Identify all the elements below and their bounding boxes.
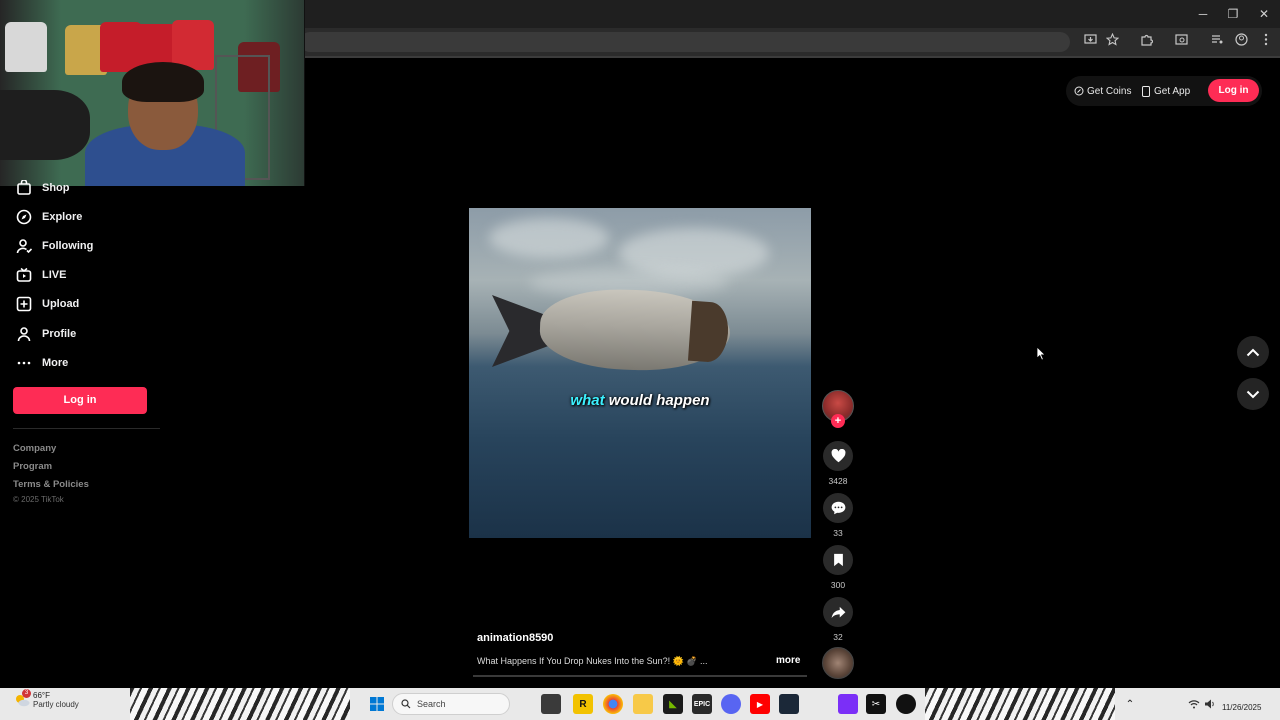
sidebar-item-label: Following <box>42 240 94 252</box>
phone-icon <box>1142 85 1150 97</box>
chevron-up-icon <box>1246 348 1260 357</box>
share-button[interactable] <box>823 597 853 627</box>
tray-overflow-icon[interactable]: ⌃ <box>1120 694 1140 714</box>
video-description: What Happens If You Drop Nukes Into the … <box>477 656 708 666</box>
sidebar-login-button[interactable]: Log in <box>13 387 147 414</box>
caption-text: would happen <box>608 392 710 409</box>
browser-menu-icon[interactable] <box>1256 32 1276 52</box>
video-author[interactable]: animation8590 <box>477 632 553 644</box>
footer-link-terms[interactable]: Terms & Policies <box>13 479 89 490</box>
header-login-button[interactable]: Log in <box>1208 79 1259 102</box>
bookmark-button[interactable] <box>823 545 853 575</box>
chevron-down-icon <box>1246 390 1260 399</box>
bookmark-count: 300 <box>830 580 846 590</box>
weather-temperature: 66°F <box>33 691 50 700</box>
video-caption: what would happen <box>469 392 811 409</box>
footer-link-company[interactable]: Company <box>13 443 56 454</box>
discord-icon[interactable] <box>721 694 741 714</box>
sidebar-item-more[interactable]: More <box>14 352 68 374</box>
nvidia-icon[interactable]: ◣ <box>663 694 683 714</box>
sidebar-item-profile[interactable]: Profile <box>14 323 76 345</box>
like-button[interactable] <box>823 441 853 471</box>
mouse-cursor-icon <box>1036 346 1046 366</box>
taskbar-wallpaper-art <box>130 688 350 720</box>
follow-plus-icon[interactable]: + <box>831 414 845 428</box>
copyright-text: © 2025 TikTok <box>13 495 64 504</box>
volume-icon[interactable] <box>1200 694 1220 714</box>
steam-icon[interactable] <box>779 694 799 714</box>
sidebar-item-label: Explore <box>42 211 83 223</box>
next-video-button[interactable] <box>1237 378 1269 410</box>
bookmark-icon <box>833 553 844 567</box>
get-coins-label: Get Coins <box>1087 85 1132 97</box>
get-coins-button[interactable]: Get Coins <box>1074 80 1131 102</box>
extensions-icon[interactable] <box>1136 32 1156 52</box>
shop-icon <box>14 178 34 198</box>
video-player[interactable] <box>469 208 811 538</box>
previous-video-button[interactable] <box>1237 336 1269 368</box>
rockstar-launcher-icon[interactable]: R <box>573 694 593 714</box>
taskbar-wallpaper-art <box>925 688 1115 720</box>
comment-icon <box>831 501 846 515</box>
comment-button[interactable] <box>823 493 853 523</box>
heart-icon <box>831 449 846 463</box>
more-icon <box>14 353 34 373</box>
sidebar-item-label: Shop <box>42 182 70 194</box>
live-icon <box>14 265 34 285</box>
get-app-label: Get App <box>1154 85 1191 97</box>
install-app-icon[interactable] <box>1080 32 1100 52</box>
weather-icon: 3 <box>14 689 31 707</box>
share-count: 32 <box>833 632 843 642</box>
profile-icon <box>14 324 34 344</box>
more-button[interactable]: more <box>776 655 800 666</box>
epic-games-icon[interactable]: EPIC <box>692 694 712 714</box>
following-icon <box>14 236 34 256</box>
start-button[interactable] <box>367 694 387 714</box>
media-control-icon[interactable] <box>1207 32 1227 52</box>
webcam-overlay <box>0 0 305 186</box>
coin-icon <box>1074 86 1084 96</box>
tab-search-icon[interactable] <box>1171 32 1191 52</box>
upload-icon <box>14 294 34 314</box>
profile-avatar-icon[interactable] <box>1231 32 1251 52</box>
sidebar-item-following[interactable]: Following <box>14 235 93 257</box>
sidebar-item-upload[interactable]: Upload <box>14 293 79 315</box>
close-button[interactable]: ✕ <box>1249 4 1279 24</box>
sidebar-item-label: More <box>42 357 69 369</box>
taskbar-date[interactable]: 11/26/2025 <box>1222 703 1261 712</box>
capcut-icon[interactable]: ✂ <box>866 694 886 714</box>
weather-widget[interactable]: 3 66°F Partly cloudy <box>14 689 79 709</box>
video-progress-bar[interactable] <box>473 675 807 677</box>
sidebar-item-shop[interactable]: Shop <box>14 177 70 199</box>
task-view-icon[interactable] <box>541 694 561 714</box>
sidebar-item-label: Profile <box>42 328 77 340</box>
comment-count: 33 <box>833 528 843 538</box>
file-explorer-icon[interactable] <box>633 694 653 714</box>
taskbar-search[interactable]: Search <box>392 693 510 715</box>
restore-button[interactable]: ❐ <box>1218 4 1248 24</box>
weather-badge: 3 <box>22 689 31 698</box>
obs-icon[interactable] <box>896 694 916 714</box>
youtube-icon[interactable]: ▶ <box>750 694 770 714</box>
weather-description: Partly cloudy <box>33 700 79 709</box>
share-icon <box>831 606 846 619</box>
minimize-button[interactable]: ─ <box>1188 4 1218 24</box>
like-count: 3428 <box>828 476 848 486</box>
sidebar-item-live[interactable]: LIVE <box>14 264 66 286</box>
compass-icon <box>14 207 34 227</box>
music-disc[interactable] <box>822 647 854 679</box>
sidebar-item-explore[interactable]: Explore <box>14 206 82 228</box>
address-bar[interactable] <box>300 32 1070 52</box>
search-placeholder: Search <box>417 699 446 709</box>
caption-highlight: what <box>570 392 605 409</box>
sidebar-item-label: LIVE <box>42 269 67 281</box>
chrome-icon[interactable] <box>603 694 623 714</box>
sidebar-item-label: Upload <box>42 298 80 310</box>
search-icon <box>401 699 411 709</box>
get-app-button[interactable]: Get App <box>1142 80 1190 102</box>
bookmark-star-icon[interactable] <box>1102 32 1122 52</box>
footer-link-program[interactable]: Program <box>13 461 52 472</box>
sidebar-divider <box>13 428 160 429</box>
twitch-icon[interactable] <box>838 694 858 714</box>
